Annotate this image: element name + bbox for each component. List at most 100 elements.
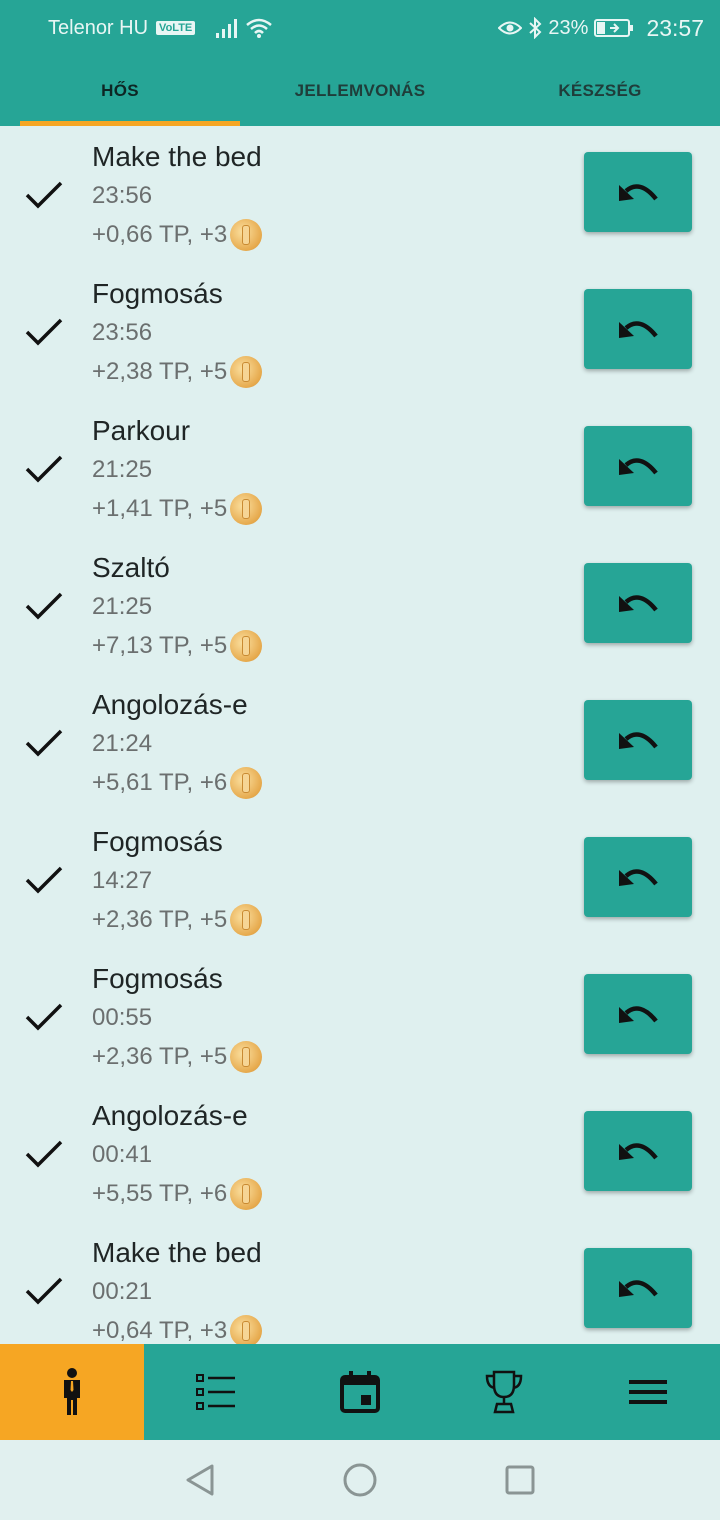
entry-reward: +0,64 TP, +3	[92, 1312, 263, 1344]
entry-title: Fogmosás	[92, 826, 223, 857]
system-recents-button[interactable]	[440, 1440, 600, 1520]
tab-label: HŐS	[101, 81, 139, 100]
tab-label: JELLEMVONÁS	[294, 81, 426, 100]
status-bar: Telenor HU VoLTE 23% 23:57	[0, 0, 720, 56]
battery-percent: 23%	[548, 16, 589, 39]
entry-title: Angolozás-e	[92, 1100, 248, 1131]
coin-icon	[230, 1041, 263, 1073]
carrier-label: Telenor HU	[48, 16, 149, 39]
entry-time: 00:21	[92, 1278, 153, 1305]
undo-button[interactable]	[584, 837, 692, 917]
bottom-navigation	[0, 1344, 720, 1440]
reward-text: +7,13 TP, +5	[92, 632, 228, 659]
coin-icon	[230, 356, 263, 388]
entry-title: Fogmosás	[92, 278, 223, 309]
undo-icon	[619, 1006, 658, 1023]
battery-icon	[594, 19, 634, 37]
history-list[interactable]: Make the bed 23:56 +0,66 TP, +3 Fogmosás…	[0, 126, 720, 1344]
coin-icon	[230, 1315, 263, 1344]
check-icon	[24, 400, 68, 537]
entry-time: 21:25	[92, 593, 153, 620]
hero-icon	[64, 1368, 80, 1415]
entry-time: 21:25	[92, 456, 153, 483]
trophy-icon	[485, 1370, 523, 1414]
check-icon	[24, 537, 68, 674]
undo-button[interactable]	[584, 563, 692, 643]
undo-button[interactable]	[584, 152, 692, 232]
check-icon	[24, 674, 68, 811]
nav-calendar[interactable]	[288, 1344, 432, 1440]
reward-text: +0,66 TP, +3	[92, 221, 228, 248]
entry-reward: +2,36 TP, +5	[92, 901, 263, 939]
system-back-button[interactable]	[120, 1440, 280, 1520]
list-item: Szaltó 21:25 +7,13 TP, +5	[0, 537, 720, 674]
list-item: Fogmosás 14:27 +2,36 TP, +5	[0, 811, 720, 948]
undo-icon	[619, 1143, 658, 1160]
entry-reward: +0,66 TP, +3	[92, 216, 263, 254]
signal-icon	[216, 19, 238, 38]
undo-icon	[619, 184, 658, 201]
checklist-icon	[196, 1374, 235, 1410]
undo-icon	[619, 458, 658, 475]
list-item: Angolozás-e 21:24 +5,61 TP, +6	[0, 674, 720, 811]
reward-text: +5,55 TP, +6	[92, 1180, 228, 1207]
nav-quests[interactable]	[144, 1344, 288, 1440]
wifi-icon	[246, 18, 273, 38]
undo-button[interactable]	[584, 700, 692, 780]
entry-reward: +1,41 TP, +5	[92, 490, 263, 528]
nav-menu[interactable]	[576, 1344, 720, 1440]
tab-bar: HŐS JELLEMVONÁS KÉSZSÉG	[0, 56, 720, 126]
undo-icon	[619, 732, 658, 749]
check-icon	[24, 263, 68, 400]
entry-reward: +5,55 TP, +6	[92, 1175, 263, 1213]
reward-text: +1,41 TP, +5	[92, 495, 228, 522]
entry-time: 21:24	[92, 730, 153, 757]
system-home-button[interactable]	[280, 1440, 440, 1520]
check-icon	[24, 126, 68, 263]
entry-reward: +2,36 TP, +5	[92, 1038, 263, 1076]
entry-title: Make the bed	[92, 141, 262, 172]
entry-title: Angolozás-e	[92, 689, 248, 720]
bluetooth-icon	[529, 17, 542, 39]
reward-text: +2,36 TP, +5	[92, 906, 228, 933]
check-icon	[24, 811, 68, 948]
system-navigation-bar	[0, 1440, 720, 1520]
tab-hero[interactable]: HŐS	[0, 56, 240, 126]
list-item: Make the bed 23:56 +0,66 TP, +3	[0, 126, 720, 263]
tab-traits[interactable]: JELLEMVONÁS	[240, 56, 480, 126]
reward-text: +2,36 TP, +5	[92, 1043, 228, 1070]
undo-button[interactable]	[584, 1111, 692, 1191]
undo-button[interactable]	[584, 289, 692, 369]
undo-icon	[619, 869, 658, 886]
recents-square-icon	[505, 1465, 535, 1495]
coin-icon	[230, 219, 263, 251]
undo-icon	[619, 321, 658, 338]
coin-icon	[230, 493, 263, 525]
reward-text: +0,64 TP, +3	[92, 1317, 228, 1344]
undo-button[interactable]	[584, 974, 692, 1054]
nav-achievements[interactable]	[432, 1344, 576, 1440]
back-triangle-icon	[186, 1464, 214, 1496]
reward-text: +2,38 TP, +5	[92, 358, 228, 385]
coin-icon	[230, 1178, 263, 1210]
tab-label: KÉSZSÉG	[558, 81, 642, 100]
entry-title: Fogmosás	[92, 963, 223, 994]
nav-hero[interactable]	[0, 1344, 144, 1440]
list-item: Fogmosás 00:55 +2,36 TP, +5	[0, 948, 720, 1085]
check-icon	[24, 1222, 68, 1344]
list-item: Fogmosás 23:56 +2,38 TP, +5	[0, 263, 720, 400]
undo-icon	[619, 595, 658, 612]
entry-reward: +2,38 TP, +5	[92, 353, 263, 391]
entry-reward: +7,13 TP, +5	[92, 627, 263, 665]
entry-time: 23:56	[92, 319, 153, 346]
list-item: Angolozás-e 00:41 +5,55 TP, +6	[0, 1085, 720, 1222]
tab-skills[interactable]: KÉSZSÉG	[480, 56, 720, 126]
undo-button[interactable]	[584, 426, 692, 506]
entry-title: Make the bed	[92, 1237, 262, 1268]
volte-badge: VoLTE	[156, 21, 196, 35]
clock: 23:57	[646, 14, 704, 41]
undo-button[interactable]	[584, 1248, 692, 1328]
eye-icon	[498, 21, 523, 35]
check-icon	[24, 1085, 68, 1222]
entry-time: 23:56	[92, 182, 153, 209]
